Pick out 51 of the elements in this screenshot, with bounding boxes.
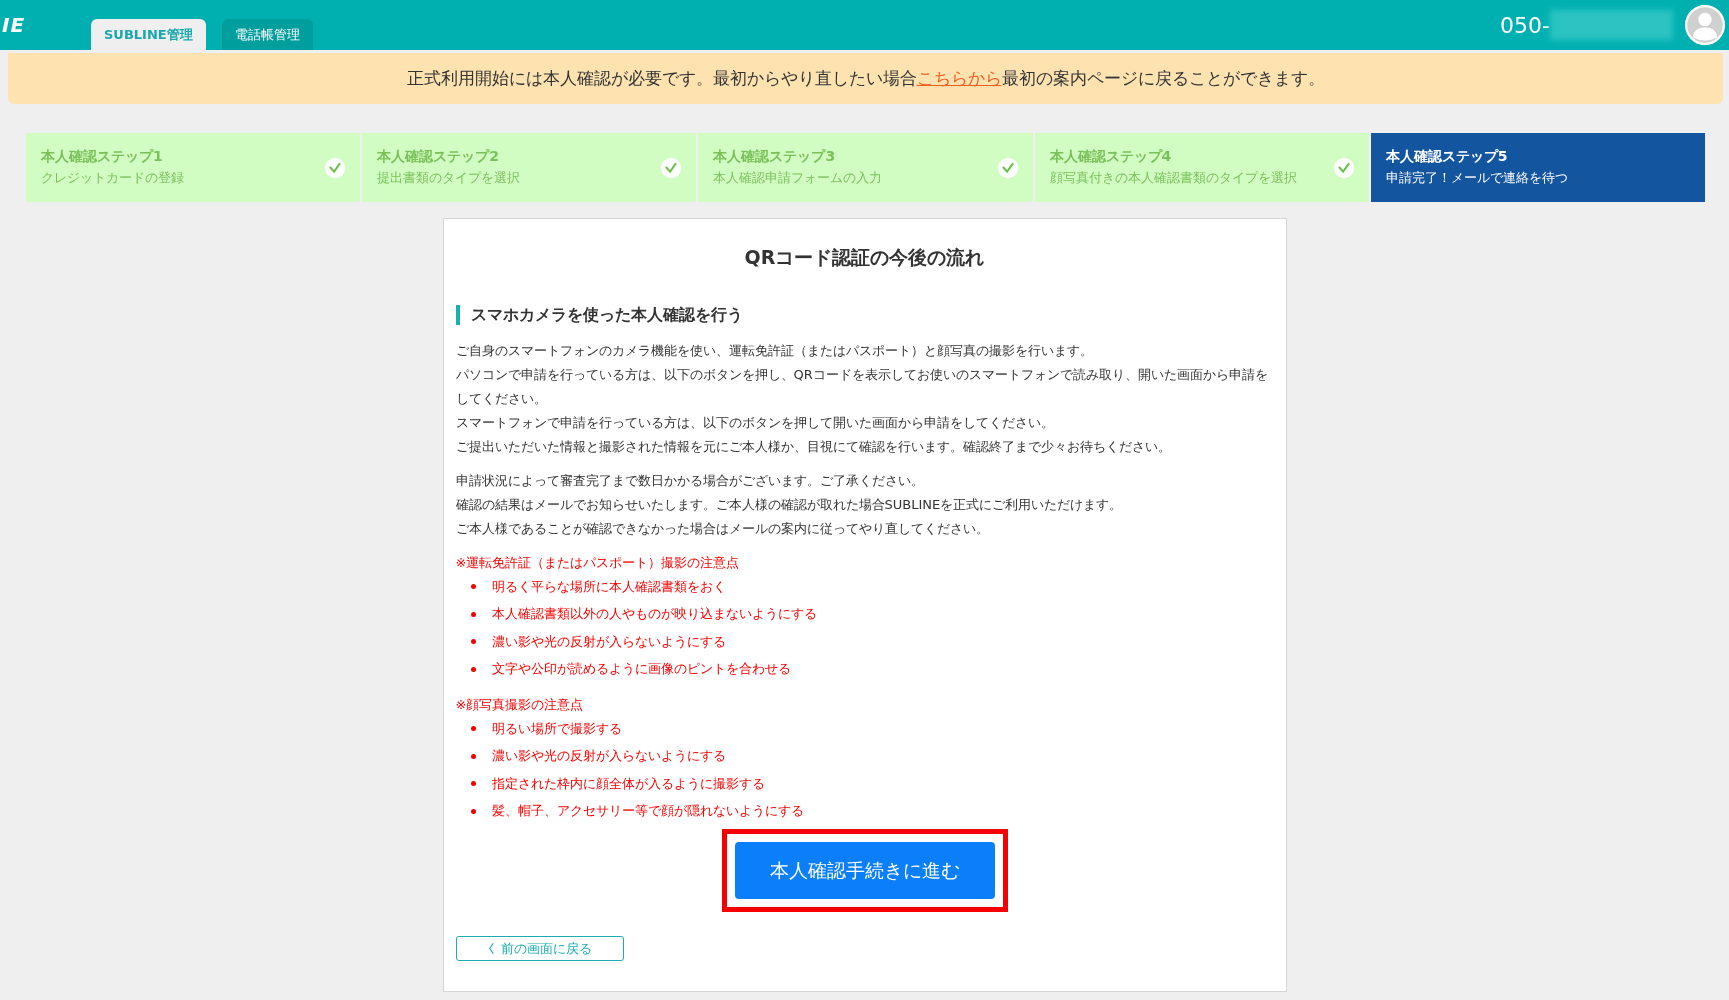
body-text: パソコンで申請を行っている方は、以下のボタンを押し、QRコードを表示してお使いのスマートフォンで読み取り、開いた画面から申請をしてください。 <box>455 366 1269 408</box>
step-subtitle: 顔写真付きの本人確認書類のタイプを選択 <box>1049 169 1298 187</box>
caution-item: 明るく平らな場所に本人確認書類をおく <box>491 577 726 596</box>
step-title: 本人確認ステップ2 <box>377 148 500 166</box>
back-button[interactable]: 前の画面に戻る <box>455 936 624 961</box>
notice-banner: 正式利用開始には本人確認が必要です。最初からやり直したい場合こちらから最初の案内ページに戻ることができます。 <box>8 53 1723 104</box>
step-subtitle: クレジットカードの登録 <box>41 169 185 187</box>
step-title: 本人確認ステップ4 <box>1049 148 1173 166</box>
step-subtitle: 本人確認申請フォームの入力 <box>713 169 884 187</box>
bullet-icon <box>470 666 476 672</box>
body-text: ご本人様であることが確認できなかった場合はメールの案内に従ってやり直してください。 <box>455 520 990 538</box>
step-title: 本人確認ステップ1 <box>41 148 164 166</box>
body-text: ご自身のスマートフォンのカメラ機能を使い、運転免許証（またはパスポート）と顔写真の撮影を行います。 <box>455 342 1094 360</box>
step-title: 本人確認ステップ3 <box>713 148 837 166</box>
bullet-icon <box>470 584 476 590</box>
logo: IE <box>2 13 27 37</box>
check-icon <box>1332 156 1355 179</box>
caution-heading: ※運転免許証（またはパスポート）撮影の注意点 <box>455 554 741 572</box>
caution-item: 明るい場所で撮影する <box>491 719 622 738</box>
card-title: QRコード認証の今後の流れ <box>743 245 986 270</box>
caution-item: 濃い影や光の反射が入らないようにする <box>491 632 726 651</box>
nav-tab[interactable]: SUBLINE管理 <box>91 19 206 50</box>
notice-link[interactable]: こちらから <box>916 68 1002 88</box>
proceed-button[interactable]: 本人確認手続きに進む <box>734 842 995 899</box>
caution-item: 指定された枠内に顔全体が入るように撮影する <box>491 774 765 793</box>
step-subtitle: 申請完了！メールで連絡を待つ <box>1385 169 1569 187</box>
check-icon <box>996 156 1019 179</box>
check-icon <box>324 156 347 179</box>
bullet-icon <box>470 639 476 645</box>
body-text: 確認の結果はメールでお知らせいたします。ご本人様の確認が取れた場合SUBLINEを正式にご利用いただけます。 <box>455 496 1124 514</box>
caution-item: 文字や公印が読めるように画像のピントを合わせる <box>491 660 791 679</box>
avatar-icon[interactable] <box>1685 5 1725 45</box>
body-text: ご提出いただいた情報と撮影された情報を元にご本人様か、目視にて確認を行います。確認終了まで少々お待ちください。 <box>455 438 1172 456</box>
caution-item: 濃い影や光の反射が入らないようにする <box>491 747 726 766</box>
section-heading: スマホカメラを使った本人確認を行う <box>455 305 1274 325</box>
phone-number: 050- <box>1500 12 1550 38</box>
body-text: スマートフォンで申請を行っている方は、以下のボタンを押して開いた画面から申請をしてください。 <box>455 414 1055 432</box>
bullet-icon <box>470 611 476 617</box>
body-text: 申請状況によって審査完了まで数日かかる場合がございます。ご了承ください。 <box>455 472 925 490</box>
bullet-icon <box>470 808 476 814</box>
chevron-left-icon <box>487 942 495 955</box>
bullet-icon <box>470 781 476 787</box>
step-subtitle: 提出書類のタイプを選択 <box>377 169 522 187</box>
caution-item: 髪、帽子、アクセサリー等で顔が隠れないようにする <box>491 802 804 821</box>
bullet-icon <box>470 753 476 759</box>
check-icon <box>660 156 683 179</box>
bullet-icon <box>470 726 476 732</box>
step-title: 本人確認ステップ5 <box>1385 148 1509 166</box>
caution-heading: ※顔写真撮影の注意点 <box>455 696 585 714</box>
caution-item: 本人確認書類以外の人やものが映り込まないようにする <box>491 605 817 624</box>
nav-tab[interactable]: 電話帳管理 <box>221 19 313 50</box>
